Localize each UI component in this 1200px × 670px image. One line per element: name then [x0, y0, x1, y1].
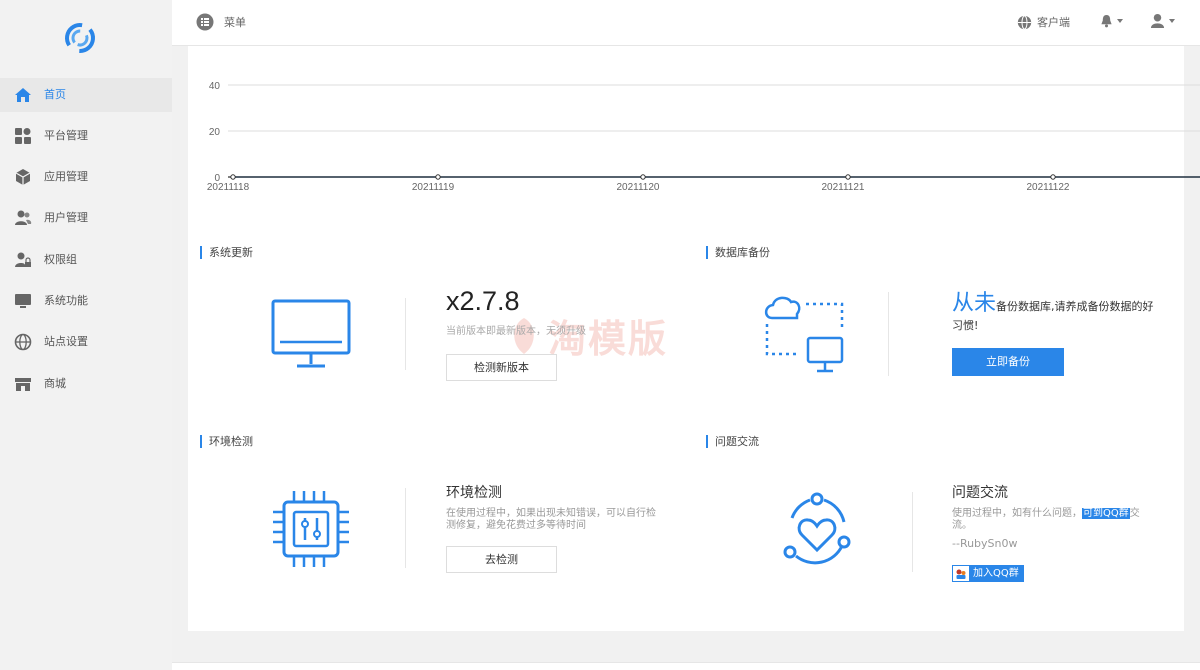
user-icon	[1150, 13, 1165, 28]
section-title-update: 系统更新	[200, 246, 253, 259]
bell-icon	[1101, 14, 1112, 28]
y-tick-label: 20	[209, 127, 221, 138]
x-tick-label: 20211119	[412, 182, 455, 193]
divider	[405, 488, 406, 568]
data-point	[845, 174, 851, 180]
client-link[interactable]: 客户端	[1017, 14, 1070, 30]
sidebar-item-store[interactable]: 商城	[0, 367, 172, 401]
chip-icon	[273, 491, 349, 567]
sidebar-item-label: 权限组	[44, 253, 77, 266]
data-point	[435, 174, 441, 180]
update-status: 当前版本即最新版本，无须升级	[446, 326, 586, 337]
daily-line-chart: 0204020211118 20211119 20211120 20211121 202…	[207, 81, 1200, 193]
notifications-button[interactable]	[1100, 14, 1123, 28]
sidebar-item-label: 站点设置	[44, 335, 88, 348]
x-tick-label: 20211121	[821, 182, 864, 193]
backup-status: 从未备份数据库,请养成备份数据的好习惯!	[952, 292, 1162, 333]
menu-list-icon	[196, 13, 214, 31]
chevron-down-icon	[1169, 18, 1175, 23]
check-update-button[interactable]: 检测新版本	[446, 354, 557, 381]
sidebar-item-label: 平台管理	[44, 129, 88, 142]
menu-label: 菜单	[224, 16, 246, 29]
sidebar-item-label: 应用管理	[44, 170, 88, 183]
sidebar-item-permissions[interactable]: 权限组	[0, 243, 172, 277]
qa-signature: --RubySn0w	[952, 537, 1018, 550]
sidebar-item-label: 系统功能	[44, 294, 88, 307]
x-tick-label: 20211122	[1026, 182, 1069, 193]
backup-now-button[interactable]: 立即备份	[952, 348, 1064, 376]
backup-last-time: 从未	[952, 291, 997, 316]
divider	[912, 492, 913, 572]
home-icon	[15, 88, 31, 102]
sidebar-item-users[interactable]: 用户管理	[0, 201, 172, 235]
qa-desc-text: 使用过程中，如有什么问题，	[952, 508, 1082, 519]
join-qq-label: 加入QQ群	[969, 566, 1023, 581]
x-tick-label: 20211120	[616, 182, 659, 193]
section-title-backup: 数据库备份	[706, 246, 770, 259]
footer-strip	[172, 662, 1200, 670]
y-tick-label: 40	[209, 81, 221, 92]
data-point	[230, 174, 236, 180]
users-icon	[15, 210, 32, 225]
divider	[888, 292, 889, 376]
x-tick-label: 20211118	[207, 182, 250, 193]
sidebar-item-site-settings[interactable]: 站点设置	[0, 325, 172, 359]
grid-icon	[15, 128, 31, 144]
store-icon	[15, 378, 31, 391]
env-description: 在使用过程中，如果出现未知错误，可以自行检测修复，避免花费过多等待时间	[446, 508, 656, 531]
user-lock-icon	[15, 252, 31, 267]
cube-icon	[15, 169, 31, 185]
main-panel: 0 20 40 20211118 20211119 20211120 20211121 202…	[188, 46, 1200, 631]
sidebar: 首页 平台管理 应用管理 用户管理 权限组 系统功能 站点设置 商城	[0, 0, 172, 670]
client-label: 客户端	[1037, 16, 1070, 29]
database-backup-icon	[764, 296, 844, 373]
env-check-button[interactable]: 去检测	[446, 546, 557, 573]
monitor-icon	[15, 294, 31, 308]
qa-description: 使用过程中，如有什么问题，可到QQ群交流。	[952, 508, 1158, 532]
data-point	[640, 174, 646, 180]
sidebar-item-system[interactable]: 系统功能	[0, 284, 172, 318]
menu-toggle-button[interactable]: 菜单	[196, 13, 246, 31]
version-number: x2.7.8	[446, 286, 520, 316]
logo-icon	[65, 23, 95, 53]
data-point	[1050, 174, 1056, 180]
section-title-qa: 问题交流	[706, 435, 759, 448]
sidebar-item-label: 首页	[44, 88, 66, 101]
sidebar-item-platform[interactable]: 平台管理	[0, 119, 172, 153]
qq-avatar-icon	[953, 566, 969, 581]
chevron-down-icon	[1117, 19, 1123, 23]
monitor-icon	[271, 299, 351, 368]
sidebar-item-label: 商城	[44, 377, 66, 390]
env-card-title: 环境检测	[446, 485, 502, 501]
qa-desc-highlight: 可到QQ群	[1082, 508, 1130, 519]
join-qq-group-button[interactable]: 加入QQ群	[952, 565, 1024, 582]
sidebar-item-apps[interactable]: 应用管理	[0, 160, 172, 194]
qa-card-title: 问题交流	[952, 485, 1008, 501]
sidebar-item-home[interactable]: 首页	[0, 78, 172, 112]
sidebar-item-label: 用户管理	[44, 211, 88, 224]
globe-icon	[14, 333, 32, 351]
user-menu-button[interactable]	[1150, 13, 1175, 28]
divider	[405, 298, 406, 370]
top-header: 菜单 客户端	[172, 0, 1200, 46]
section-title-env: 环境检测	[200, 435, 253, 448]
community-heart-icon	[783, 492, 851, 565]
globe-icon	[1017, 14, 1032, 30]
